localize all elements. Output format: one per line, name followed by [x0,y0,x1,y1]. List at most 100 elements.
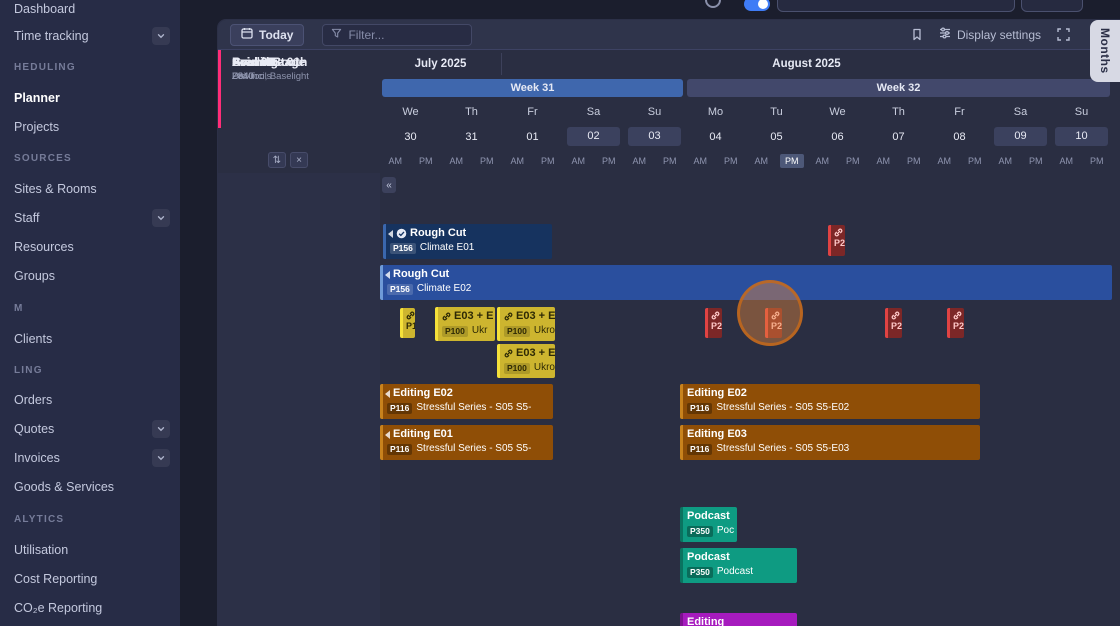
ampm-label: PM [724,156,738,166]
day-name: Fr [502,99,563,124]
bookmark-icon[interactable] [911,28,923,41]
sidebar-item-invoices[interactable]: Invoices [0,443,180,472]
event-editing-e03[interactable]: Editing E03P116Stressful Series - S05 S5… [680,425,980,460]
sidebar-item-orders[interactable]: Orders [0,385,180,414]
event-editing[interactable]: Editing [680,613,797,626]
ampm-label: AM [877,156,891,166]
event-title: Editing E01 [383,425,553,441]
sidebar-item-label: Sites & Rooms [14,182,97,196]
event-small[interactable]: P2 [828,225,845,256]
ampm-cell: PM [960,149,991,173]
day-date: 05 [746,124,807,149]
today-button[interactable]: Today [230,24,304,46]
event-e03-e[interactable]: E03 + EP100Ukro [497,307,555,341]
sidebar-item-label: Dashboard [14,2,75,16]
event-podcast[interactable]: PodcastP350Poc [680,507,737,542]
event-subtitle: P116Stressful Series - S05 S5-E02 [683,400,980,414]
event-rough-cut[interactable]: Rough CutP156Climate E01 [383,224,552,259]
event-subtitle: P116Stressful Series - S05 S5- [383,400,553,414]
toggle-switch[interactable] [744,0,770,11]
event-rough-cut[interactable]: Rough CutP156Climate E02 [380,265,1112,300]
continues-left-icon [385,431,390,439]
event-editing-e01[interactable]: Editing E01P116Stressful Series - S05 S5… [380,425,553,460]
sidebar-item-label: SOURCES [14,153,72,164]
calendar-icon [241,27,253,42]
sidebar-item-label: Utilisation [14,543,68,557]
sidebar-item-label: Projects [14,120,59,134]
top-button-partial[interactable] [777,0,1015,12]
chevron-down-icon[interactable] [152,449,170,467]
ampm-cell: PM [777,149,808,173]
day-date: 04 [685,124,746,149]
day-name: Th [441,99,502,124]
ampm-cell: PM [411,149,442,173]
ampm-label: PM [1029,156,1043,166]
day-date-label: 02 [567,127,620,146]
day-date-label: 09 [994,127,1047,146]
sidebar-item-staff[interactable]: Staff [0,203,180,232]
event-subtitle: P156Climate E02 [383,281,1112,295]
ampm-cell: PM [716,149,747,173]
event-small[interactable]: P1 [400,308,415,338]
ampm-cell: PM [655,149,686,173]
day-name: Su [1051,99,1112,124]
event-small[interactable]: P2 [705,308,722,338]
event-editing-e02[interactable]: Editing E02P116Stressful Series - S05 S5… [380,384,553,419]
sidebar-item-label: Cost Reporting [14,572,97,586]
sidebar-item-label: LING [14,365,43,376]
ampm-label: PM [541,156,555,166]
months-tab[interactable]: Months [1090,20,1120,82]
ampm-cell: AM [746,149,777,173]
display-settings-button[interactable]: Display settings [939,27,1041,42]
filter-input[interactable] [348,28,463,42]
event-title: Podcast [683,548,797,564]
clear-button[interactable]: × [290,152,308,168]
sidebar-item-goods-services[interactable]: Goods & Services [0,472,180,501]
theme-toggle-icon[interactable] [705,0,721,8]
chevron-down-icon[interactable] [152,420,170,438]
event-e03-e[interactable]: E03 + EP100Ukr [435,307,495,341]
sidebar-item-planner[interactable]: Planner [0,83,180,112]
sidebar-item-cost-reporting[interactable]: Cost Reporting [0,564,180,593]
top-button-partial-2[interactable] [1021,0,1083,12]
event-subtitle: P350Podcast [683,564,797,578]
sidebar-item-sites-rooms[interactable]: Sites & Rooms [0,174,180,203]
event-subtitle: P156Climate E01 [386,240,552,254]
sidebar-item-label: ALYTICS [14,514,64,525]
event-e03-e[interactable]: E03 + EP100Ukro [497,344,555,378]
day-date: 02 [563,124,624,149]
sidebar-item-projects[interactable]: Projects [0,112,180,141]
collapse-button[interactable]: « [382,177,396,193]
event-small[interactable]: P2 [765,308,782,338]
sidebar-item-time-tracking[interactable]: Time tracking [0,21,180,50]
event-subtitle: P100Ukro [500,360,555,374]
sidebar-section-label: M [0,299,180,319]
sidebar-item-utilisation[interactable]: Utilisation [0,535,180,564]
event-editing-e02[interactable]: Editing E02P116Stressful Series - S05 S5… [680,384,980,419]
event-small[interactable]: P2 [885,308,902,338]
sidebar-item-clients[interactable]: Clients [0,324,180,353]
ampm-label: AM [633,156,647,166]
sidebar-item-groups[interactable]: Groups [0,261,180,290]
toolbar-right: Display settings [911,27,1070,42]
fullscreen-icon[interactable] [1057,28,1070,41]
event-small[interactable]: P2 [947,308,964,338]
ampm-cell: PM [472,149,503,173]
sidebar-item-label: Orders [14,393,52,407]
resource-name: Premiere 01 [232,55,300,69]
ampm-label: PM [602,156,616,166]
sidebar-item-label: Invoices [14,451,60,465]
sidebar-item-co-e-reporting[interactable]: CO₂e Reporting [0,593,180,622]
event-podcast[interactable]: PodcastP350Podcast [680,548,797,583]
chevron-down-icon[interactable] [152,27,170,45]
project-badge: P100 [442,326,468,337]
sidebar-item-label: Staff [14,211,39,225]
sidebar-item-quotes[interactable]: Quotes [0,414,180,443]
sidebar-item-label: CO₂e Reporting [14,601,102,615]
sidebar-item-dashboard[interactable]: Dashboard [0,0,180,23]
ampm-cell: AM [563,149,594,173]
sidebar-item-resources[interactable]: Resources [0,232,180,261]
ampm-label: PM [846,156,860,166]
expand-rows-button[interactable]: ⇅ [268,152,286,168]
chevron-down-icon[interactable] [152,209,170,227]
